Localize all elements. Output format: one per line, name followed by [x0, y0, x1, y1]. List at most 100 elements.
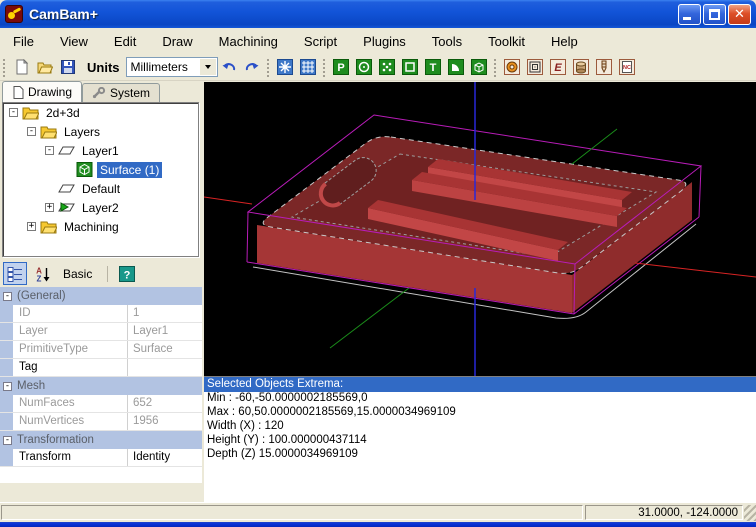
- menu-toolkit[interactable]: Toolkit: [475, 30, 538, 53]
- minimize-button[interactable]: [678, 4, 701, 25]
- tree-label[interactable]: Layer1: [79, 143, 122, 159]
- new-file-button[interactable]: [10, 56, 33, 78]
- collapse-icon[interactable]: -: [27, 127, 36, 136]
- maximize-button[interactable]: [703, 4, 726, 25]
- draw-surface-button[interactable]: [468, 56, 491, 78]
- drawing-tree[interactable]: - 2d+3d - Layers - Layer1 Surface (1): [2, 102, 199, 257]
- op-pocket-button[interactable]: [524, 56, 547, 78]
- property-row-transform: Transform Identity: [0, 449, 202, 467]
- draw-text-button[interactable]: T: [422, 56, 445, 78]
- tree-node-machining[interactable]: + Machining: [3, 217, 198, 236]
- property-value[interactable]: Layer1: [128, 323, 202, 340]
- property-value[interactable]: Identity: [128, 449, 202, 466]
- info-panel[interactable]: Selected Objects Extrema: Min : -60,-50.…: [204, 376, 756, 502]
- property-name: Layer: [13, 323, 128, 340]
- collapse-icon[interactable]: -: [45, 146, 54, 155]
- extrema-header[interactable]: Selected Objects Extrema:: [204, 377, 756, 392]
- category-label: (General): [17, 290, 66, 302]
- category-mesh[interactable]: - Mesh: [0, 377, 202, 395]
- tab-system[interactable]: System: [82, 83, 160, 102]
- tree-node-default[interactable]: Default: [3, 179, 198, 198]
- property-value[interactable]: [128, 359, 202, 376]
- categorized-icon: [7, 266, 23, 282]
- property-grid[interactable]: - (General) ID 1 Layer Layer1 PrimitiveT…: [0, 287, 202, 483]
- tree-label[interactable]: Layers: [61, 124, 103, 140]
- op-engrave-button[interactable]: E: [547, 56, 570, 78]
- resize-grip[interactable]: [744, 505, 756, 521]
- expand-icon[interactable]: +: [27, 222, 36, 231]
- close-button[interactable]: ✕: [728, 4, 751, 25]
- collapse-icon[interactable]: -: [3, 292, 12, 301]
- property-value[interactable]: 1: [128, 305, 202, 322]
- op-3d-profile-button[interactable]: [593, 56, 616, 78]
- tree-node-layer1[interactable]: - Layer1: [3, 141, 198, 160]
- tab-drawing[interactable]: Drawing: [2, 81, 82, 102]
- tab-system-label: System: [110, 86, 150, 100]
- toolbar-grip[interactable]: [493, 57, 498, 77]
- tree-label[interactable]: Machining: [61, 219, 122, 235]
- property-value[interactable]: 1956: [128, 413, 202, 430]
- draw-circle-button[interactable]: [353, 56, 376, 78]
- op-profile-button[interactable]: [501, 56, 524, 78]
- draw-points-button[interactable]: [376, 56, 399, 78]
- menu-edit[interactable]: Edit: [101, 30, 149, 53]
- property-value[interactable]: 652: [128, 395, 202, 412]
- open-file-button[interactable]: [33, 56, 56, 78]
- toolbar-grip[interactable]: [266, 57, 271, 77]
- left-panel: Drawing System - 2d+3d - Layers - La: [0, 81, 202, 502]
- menu-plugins[interactable]: Plugins: [350, 30, 419, 53]
- profile-op-icon: [504, 59, 520, 75]
- property-row-primitivetype: PrimitiveType Surface: [0, 341, 202, 359]
- collapse-icon[interactable]: -: [3, 436, 12, 445]
- title-bar[interactable]: CamBam+ ✕: [0, 0, 756, 28]
- toolbar-grip[interactable]: [2, 57, 7, 77]
- redo-button[interactable]: [241, 56, 264, 78]
- produce-gcode-button[interactable]: NC: [616, 56, 639, 78]
- polyline-icon: P: [333, 59, 349, 75]
- tree-label[interactable]: Layer2: [79, 200, 122, 216]
- tree-node-layer2[interactable]: + Layer2: [3, 198, 198, 217]
- menu-view[interactable]: View: [47, 30, 101, 53]
- tree-label[interactable]: Default: [79, 181, 123, 197]
- tree-label[interactable]: 2d+3d: [43, 105, 83, 121]
- tree-label-selected[interactable]: Surface (1): [97, 162, 162, 178]
- units-combobox[interactable]: Millimeters: [126, 57, 218, 77]
- draw-arc-button[interactable]: [445, 56, 468, 78]
- undo-button[interactable]: [218, 56, 241, 78]
- combo-dropdown-button[interactable]: [200, 59, 216, 75]
- op-drill-button[interactable]: [570, 56, 593, 78]
- layer-icon: [58, 143, 75, 158]
- new-file-icon: [14, 59, 30, 75]
- menu-draw[interactable]: Draw: [149, 30, 205, 53]
- save-file-button[interactable]: [56, 56, 79, 78]
- categorized-view-button[interactable]: [3, 262, 27, 285]
- zoom-extents-icon: [277, 59, 293, 75]
- menu-file[interactable]: File: [0, 30, 47, 53]
- collapse-icon[interactable]: -: [3, 382, 12, 391]
- menu-machining[interactable]: Machining: [206, 30, 291, 53]
- viewport-scene: [204, 82, 756, 376]
- menu-script[interactable]: Script: [291, 30, 350, 53]
- toolbar-grip[interactable]: [322, 57, 327, 77]
- property-name: NumFaces: [13, 395, 128, 412]
- view-mode-label[interactable]: Basic: [63, 267, 92, 281]
- tree-node-2d3d[interactable]: - 2d+3d: [3, 103, 198, 122]
- tree-node-surface[interactable]: Surface (1): [3, 160, 198, 179]
- property-value[interactable]: Surface: [128, 341, 202, 358]
- category-transformation[interactable]: - Transformation: [0, 431, 202, 449]
- draw-rectangle-button[interactable]: [399, 56, 422, 78]
- extrema-min: Min : -60,-50.0000002185569,0: [204, 392, 756, 406]
- property-row-tag: Tag: [0, 359, 202, 377]
- category-general[interactable]: - (General): [0, 287, 202, 305]
- tree-node-layers[interactable]: - Layers: [3, 122, 198, 141]
- expand-icon[interactable]: +: [45, 203, 54, 212]
- alphabetical-sort-button[interactable]: AZ: [31, 262, 55, 285]
- help-button[interactable]: ?: [115, 262, 139, 285]
- menu-help[interactable]: Help: [538, 30, 591, 53]
- collapse-icon[interactable]: -: [9, 108, 18, 117]
- draw-polyline-button[interactable]: P: [330, 56, 353, 78]
- zoom-extents-button[interactable]: [274, 56, 297, 78]
- viewport-3d[interactable]: [204, 82, 756, 376]
- menu-tools[interactable]: Tools: [419, 30, 475, 53]
- show-grid-button[interactable]: [297, 56, 320, 78]
